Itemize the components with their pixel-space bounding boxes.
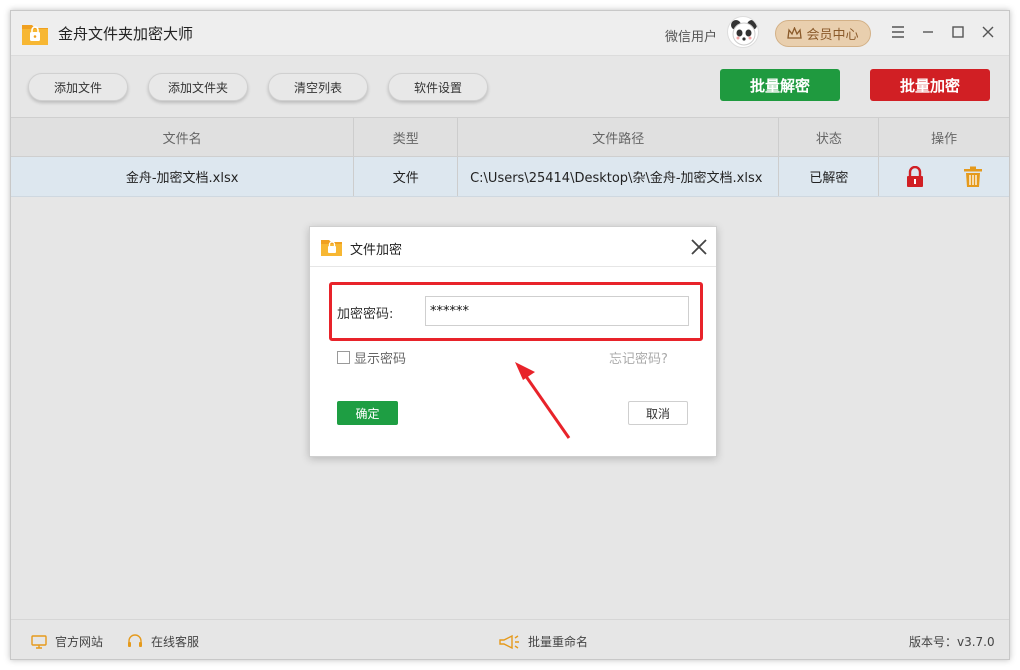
batch-decrypt-button[interactable]: 批量解密	[720, 69, 840, 101]
close-icon[interactable]	[688, 236, 710, 258]
vip-label: 会员中心	[806, 28, 859, 43]
status-bar: 官方网站 在线客服 批量重命名 版本号：v3.7.0	[11, 619, 1009, 659]
crown-icon	[787, 27, 803, 39]
batch-encrypt-button[interactable]: 批量加密	[870, 69, 990, 101]
batch-rename-link[interactable]: 批量重命名	[498, 633, 588, 650]
toolbar: 添加文件 添加文件夹 清空列表 软件设置 批量解密 批量加密	[11, 57, 1009, 117]
forgot-password-link[interactable]: 忘记密码?	[609, 348, 668, 367]
red-arrow-annotation	[515, 362, 571, 439]
row-filename: 金舟-加密文档.xlsx	[11, 157, 355, 196]
table-header: 文件名 类型 文件路径 状态 操作	[11, 117, 1009, 157]
cancel-button[interactable]: 取消	[628, 401, 688, 425]
header-status: 状态	[779, 118, 880, 156]
user-name[interactable]: 微信用户	[665, 26, 717, 45]
support-link[interactable]: 在线客服	[127, 633, 199, 650]
version-text: 版本号：v3.7.0	[909, 635, 995, 649]
header-actions: 操作	[931, 131, 958, 147]
support-label: 在线客服	[151, 635, 200, 649]
close-icon[interactable]	[977, 21, 999, 43]
title-bar: 金舟文件夹加密大师 微信用户 会员中心	[11, 11, 1009, 56]
minimize-icon[interactable]	[917, 21, 939, 43]
checkbox-box[interactable]	[337, 351, 350, 364]
row-type: 文件	[354, 157, 459, 196]
file-table: 文件名 类型 文件路径 状态 操作 金舟-加密文档.xlsx 文件 C:\Use…	[11, 117, 1009, 197]
dialog-header: 文件加密	[310, 227, 716, 267]
add-file-button[interactable]: 添加文件	[28, 73, 128, 101]
trash-icon[interactable]	[962, 166, 984, 188]
show-password-label: 显示密码	[354, 352, 407, 367]
vip-center-button[interactable]: 会员中心	[775, 20, 871, 47]
folder-lock-icon	[22, 25, 48, 45]
settings-button[interactable]: 软件设置	[388, 73, 488, 101]
headset-icon	[128, 634, 142, 647]
app-title: 金舟文件夹加密大师	[58, 25, 194, 43]
add-folder-button[interactable]: 添加文件夹	[148, 73, 248, 101]
maximize-icon[interactable]	[947, 21, 969, 43]
menu-icon[interactable]	[887, 21, 909, 43]
header-filename: 文件名	[11, 118, 355, 156]
row-status: 已解密	[779, 157, 880, 196]
website-label: 官方网站	[55, 635, 104, 649]
header-path: 文件路径	[458, 118, 780, 156]
clear-list-button[interactable]: 清空列表	[268, 73, 368, 101]
website-link[interactable]: 官方网站	[31, 633, 103, 650]
table-row[interactable]: 金舟-加密文档.xlsx 文件 C:\Users\25414\Desktop\杂…	[11, 157, 1009, 197]
lock-icon[interactable]	[904, 165, 926, 188]
row-actions	[879, 157, 1009, 196]
batch-rename-label: 批量重命名	[528, 635, 589, 649]
monitor-icon	[31, 634, 47, 649]
password-input[interactable]	[425, 296, 689, 326]
show-password-checkbox[interactable]: 显示密码	[337, 348, 406, 367]
password-label: 加密密码:	[337, 307, 394, 322]
megaphone-icon	[499, 634, 519, 649]
folder-lock-icon	[321, 240, 342, 256]
panda-avatar-icon[interactable]	[727, 16, 759, 48]
confirm-button[interactable]: 确定	[337, 401, 398, 425]
dialog-title: 文件加密	[350, 243, 403, 258]
header-type: 类型	[354, 118, 459, 156]
row-path: C:\Users\25414\Desktop\杂\金舟-加密文档.xlsx	[458, 157, 780, 196]
